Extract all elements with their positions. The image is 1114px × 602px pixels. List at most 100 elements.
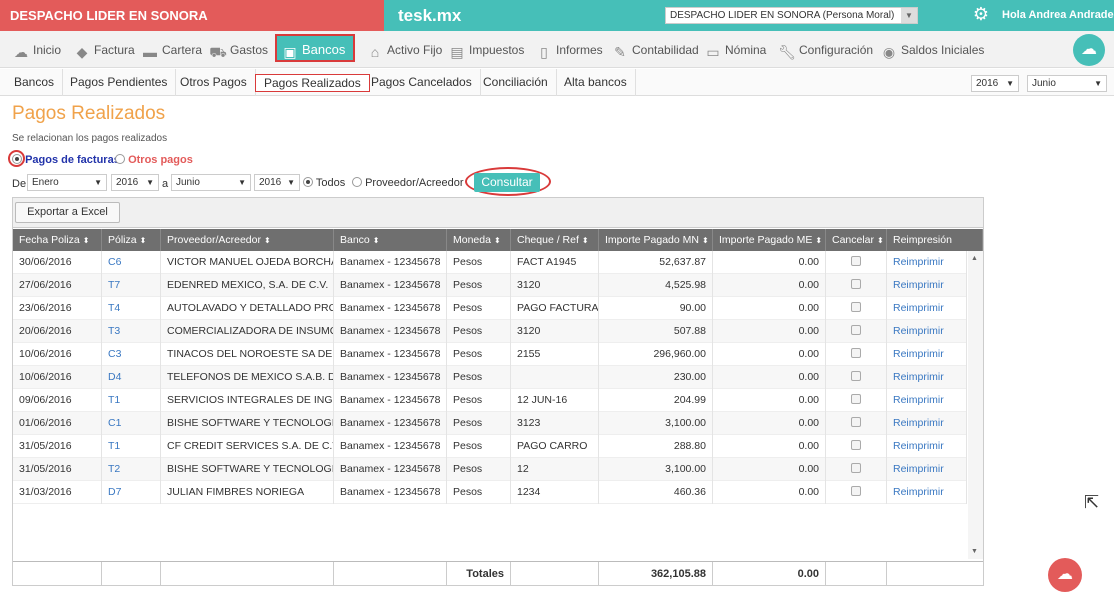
main-nav: ☁ Inicio ◆ Factura ▬ Cartera ⛟ Gastos ▣ Banco… [0,31,1114,68]
sort-icon: ⬍ [493,236,501,245]
nav-label: Activo Fijo [387,43,443,57]
tab-pagos-cancelados[interactable]: Pagos Cancelados [363,69,481,96]
option-todos[interactable]: Todos [303,177,345,189]
radio-icon[interactable] [303,177,313,187]
to-year-select[interactable]: 2016 ▼ [254,174,300,191]
cell-reimp[interactable]: Reimprimir [887,458,967,481]
cell-poliza[interactable]: C3 [102,343,161,366]
cell-poliza[interactable]: T4 [102,297,161,320]
to-month-select[interactable]: Junio ▼ [171,174,251,191]
scroll-down-icon[interactable]: ▼ [971,548,978,555]
cell-poliza[interactable]: D4 [102,366,161,389]
option-pagos-facturas[interactable]: Pagos de facturas [12,154,120,166]
nav-factura[interactable]: ◆ Factura [73,39,135,61]
col-cancelar[interactable]: Cancelar ⬍ [826,229,887,251]
radio-icon[interactable] [352,177,362,187]
option-proveedor[interactable]: Proveedor/Acreedor [352,177,464,189]
col-cheque-ref[interactable]: Cheque / Ref ⬍ [511,229,599,251]
chevron-down-icon: ▼ [94,178,102,187]
tab-bancos[interactable]: Bancos [6,69,64,96]
nav-nomina[interactable]: ▭ Nómina [704,39,766,61]
nav-activo-fijo[interactable]: ⌂ Activo Fijo [366,39,443,61]
cell-reimp[interactable]: Reimprimir [887,481,967,504]
tab-conciliacion[interactable]: Conciliación [475,69,557,96]
option-label: Pagos de facturas [25,154,120,166]
app-title: tesk.mx [398,6,462,25]
year-select[interactable]: 2016 ▼ [971,75,1019,92]
user-greeting[interactable]: Hola Andrea Andrade [1002,0,1114,31]
cell-poliza[interactable]: C6 [102,251,161,274]
cancel-checkbox[interactable] [851,348,861,358]
cancel-checkbox[interactable] [851,302,861,312]
tab-alta-bancos[interactable]: Alta bancos [556,69,636,96]
cancel-checkbox[interactable] [851,325,861,335]
cancel-checkbox[interactable] [851,463,861,473]
tab-pagos-realizados[interactable]: Pagos Realizados [255,74,370,92]
cell-banco: Banamex - 12345678 [334,274,447,297]
col-poliza[interactable]: Póliza ⬍ [102,229,161,251]
export-excel-button[interactable]: Exportar a Excel [15,202,120,223]
to-month-value: Junio [176,177,200,188]
cell-reimp[interactable]: Reimprimir [887,412,967,435]
col-fecha-poliza[interactable]: Fecha Poliza ⬍ [13,229,102,251]
cloud-sync-button[interactable]: ☁ [1073,34,1105,66]
radio-icon[interactable] [115,154,125,164]
nav-bancos[interactable]: ▣ Bancos [275,34,356,62]
option-otros-pagos[interactable]: Otros pagos [115,154,193,166]
col-importe-mn[interactable]: Importe Pagado MN ⬍ [599,229,713,251]
cell-reimp[interactable]: Reimprimir [887,320,967,343]
nav-cartera[interactable]: ▬ Cartera [141,39,202,61]
coins-icon: ▤ [450,44,464,60]
gear-icon[interactable]: ⚙ [971,4,991,24]
cell-reimp[interactable]: Reimprimir [887,435,967,458]
cell-reimp[interactable]: Reimprimir [887,389,967,412]
cancel-checkbox[interactable] [851,486,861,496]
from-year-select[interactable]: 2016 ▼ [111,174,159,191]
cancel-cell [826,435,887,458]
grid-scrollbar[interactable]: ▲ ▼ [968,251,983,559]
month-select[interactable]: Junio ▼ [1027,75,1107,92]
cell-poliza[interactable]: T1 [102,435,161,458]
nav-configuracion[interactable]: 🔧︎ Configuración [778,39,873,61]
nav-saldos-iniciales[interactable]: ◉ Saldos Iniciales [880,39,985,61]
cancel-cell [826,343,887,366]
nav-contabilidad[interactable]: ✎ Contabilidad [611,39,699,61]
radio-icon[interactable] [12,154,22,164]
company-select[interactable]: DESPACHO LIDER EN SONORA (Persona Moral)… [665,7,918,24]
cancel-checkbox[interactable] [851,417,861,427]
sort-icon: ⬍ [581,236,589,245]
scroll-up-icon[interactable]: ▲ [971,255,978,262]
col-moneda[interactable]: Moneda ⬍ [447,229,511,251]
cell-poliza[interactable]: C1 [102,412,161,435]
cell-ref: 3120 [511,320,599,343]
cell-poliza[interactable]: T1 [102,389,161,412]
cell-reimp[interactable]: Reimprimir [887,274,967,297]
cell-banco: Banamex - 12345678 [334,343,447,366]
col-proveedor[interactable]: Proveedor/Acreedor ⬍ [161,229,334,251]
tab-pagos-pendientes[interactable]: Pagos Pendientes [62,69,177,96]
help-chat-button[interactable]: ☁ [1048,558,1082,592]
cell-reimp[interactable]: Reimprimir [887,297,967,320]
nav-gastos[interactable]: ⛟ Gastos [209,39,268,61]
cancel-checkbox[interactable] [851,279,861,289]
from-month-select[interactable]: Enero ▼ [27,174,107,191]
cancel-checkbox[interactable] [851,256,861,266]
cell-reimp[interactable]: Reimprimir [887,251,967,274]
total-me: 0.00 [713,562,826,586]
cell-poliza[interactable]: T2 [102,458,161,481]
cell-poliza[interactable]: T7 [102,274,161,297]
col-banco[interactable]: Banco ⬍ [334,229,447,251]
cell-reimp[interactable]: Reimprimir [887,366,967,389]
nav-inicio[interactable]: ☁ Inicio [12,39,61,61]
cancel-checkbox[interactable] [851,394,861,404]
cell-poliza[interactable]: T3 [102,320,161,343]
col-importe-me[interactable]: Importe Pagado ME ⬍ [713,229,826,251]
nav-informes[interactable]: ▯ Informes [535,39,603,61]
cell-reimp[interactable]: Reimprimir [887,343,967,366]
nav-impuestos[interactable]: ▤ Impuestos [448,39,524,61]
cancel-checkbox[interactable] [851,371,861,381]
cell-poliza[interactable]: D7 [102,481,161,504]
cancel-checkbox[interactable] [851,440,861,450]
tab-otros-pagos[interactable]: Otros Pagos [172,69,256,96]
consultar-button[interactable]: Consultar [474,173,540,192]
